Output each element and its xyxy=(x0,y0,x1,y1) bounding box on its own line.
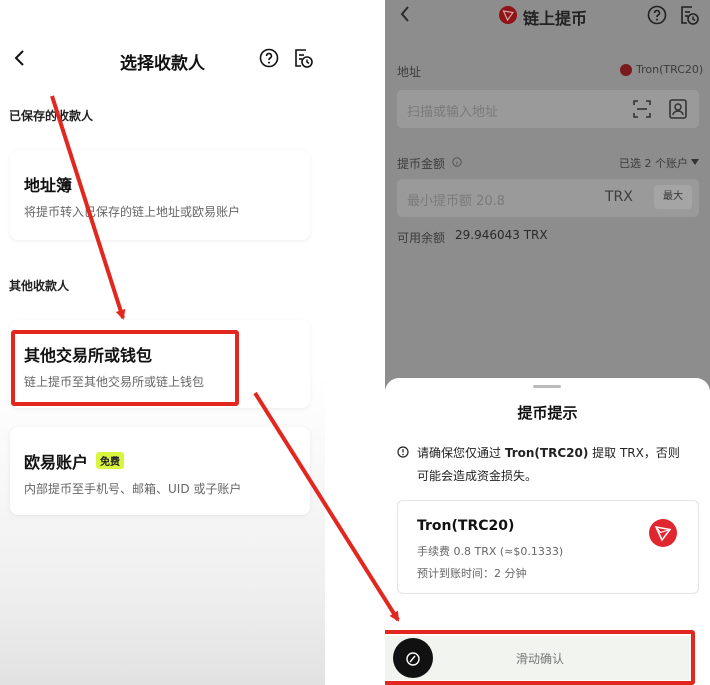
arrow-to-slide-confirm xyxy=(253,391,400,622)
arrow-to-other-exchange xyxy=(50,95,126,320)
annotation-arrows xyxy=(50,95,400,622)
